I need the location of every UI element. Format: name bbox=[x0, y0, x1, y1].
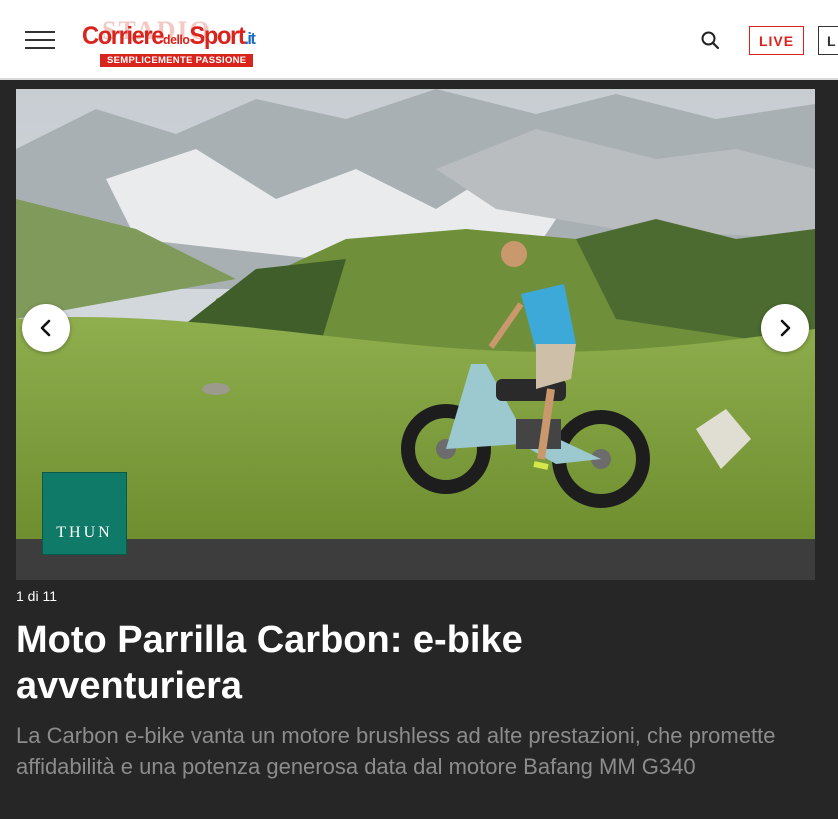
live-button[interactable]: LIVE bbox=[749, 26, 804, 55]
logo-name-part3: Sport bbox=[189, 22, 245, 50]
menu-icon-bar bbox=[25, 31, 55, 33]
search-button[interactable] bbox=[700, 30, 720, 50]
sponsor-logo[interactable]: THUN bbox=[42, 472, 127, 555]
menu-icon-bar bbox=[25, 39, 55, 41]
logo-name-part4: .it bbox=[244, 29, 255, 48]
photo-gallery: THUN bbox=[16, 89, 815, 580]
logo-wordmark: CorrieredelloSport.it bbox=[82, 22, 256, 51]
search-icon bbox=[701, 31, 720, 50]
chevron-right-icon bbox=[780, 319, 791, 337]
logo-name-part2: dello bbox=[163, 32, 190, 47]
photo-scene bbox=[16, 89, 815, 539]
gallery-prev-button[interactable] bbox=[22, 304, 70, 352]
chevron-left-icon bbox=[40, 319, 51, 337]
gallery-photo bbox=[16, 89, 815, 539]
gallery-next-button[interactable] bbox=[761, 304, 809, 352]
menu-button[interactable] bbox=[25, 31, 55, 49]
gallery-description: La Carbon e-bike vanta un motore brushle… bbox=[16, 723, 776, 779]
gallery-title: Moto Parrilla Carbon: e-bike avventurier… bbox=[16, 619, 523, 707]
gallery-counter: 1 di 11 bbox=[16, 588, 57, 604]
sponsor-name: THUN bbox=[56, 524, 113, 541]
partial-header-button[interactable]: L bbox=[818, 26, 838, 55]
site-header: STADIO CorrieredelloSport.it SEMPLICEMEN… bbox=[0, 0, 838, 80]
logo-name-part1: Corriere bbox=[82, 22, 164, 50]
site-logo[interactable]: STADIO CorrieredelloSport.it SEMPLICEMEN… bbox=[80, 16, 290, 70]
logo-tagline: SEMPLICEMENTE PASSIONE bbox=[100, 54, 254, 67]
menu-icon-bar bbox=[25, 47, 55, 49]
